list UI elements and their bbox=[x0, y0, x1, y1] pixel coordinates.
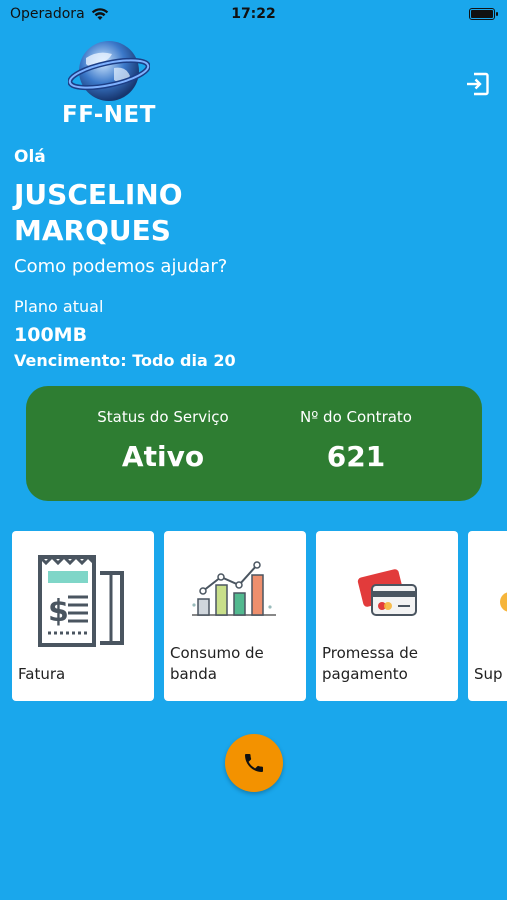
logo-text: FF-NET bbox=[62, 102, 156, 128]
clock: 17:22 bbox=[231, 6, 276, 22]
tile-consumo-de-banda[interactable]: Consumo de banda bbox=[164, 531, 306, 701]
help-prompt: Como podemos ajudar? bbox=[14, 256, 228, 277]
tile-label: Fatura bbox=[18, 665, 66, 683]
globe-icon bbox=[68, 41, 150, 101]
plan-value: 100MB bbox=[14, 324, 88, 346]
bandwidth-chart-icon bbox=[192, 561, 276, 616]
service-tiles: $ Fatura Consumo de banda Promessa de pa… bbox=[12, 531, 507, 701]
service-status-card: Status do Serviço Ativo Nº do Contrato 6… bbox=[26, 386, 482, 501]
plan-label: Plano atual bbox=[14, 297, 104, 316]
tile-promessa-de-pagamento[interactable]: Promessa de pagamento bbox=[316, 531, 458, 701]
tile-label: Sup bbox=[474, 665, 503, 683]
ff-net-logo: FF-NET bbox=[62, 38, 156, 132]
service-status-label: Status do Serviço bbox=[97, 408, 229, 426]
status-bar: Operadora 17:22 bbox=[0, 0, 507, 30]
contract-number-value: 621 bbox=[326, 440, 386, 473]
tile-label: Consumo de banda bbox=[170, 644, 264, 683]
battery-icon bbox=[469, 8, 498, 20]
service-status: Status do Serviço Ativo bbox=[63, 408, 263, 473]
contract-number-label: Nº do Contrato bbox=[300, 408, 412, 426]
tile-label: Promessa de pagamento bbox=[322, 644, 418, 683]
call-button[interactable] bbox=[225, 734, 283, 792]
svg-text:$: $ bbox=[48, 594, 69, 629]
greeting-hello: Olá bbox=[14, 147, 46, 167]
support-icon bbox=[500, 592, 507, 612]
due-date: Vencimento: Todo dia 20 bbox=[14, 351, 236, 370]
invoice-icon: $ bbox=[38, 555, 124, 647]
tile-fatura[interactable]: $ Fatura bbox=[12, 531, 154, 701]
contract-number: Nº do Contrato 621 bbox=[256, 408, 456, 473]
tile-suporte[interactable]: Sup bbox=[468, 531, 507, 701]
service-status-value: Ativo bbox=[121, 440, 205, 473]
phone-icon bbox=[245, 754, 263, 772]
credit-card-icon bbox=[357, 569, 417, 616]
logout-icon[interactable] bbox=[463, 70, 491, 98]
user-name: JUSCELINO MARQUES bbox=[14, 178, 183, 247]
